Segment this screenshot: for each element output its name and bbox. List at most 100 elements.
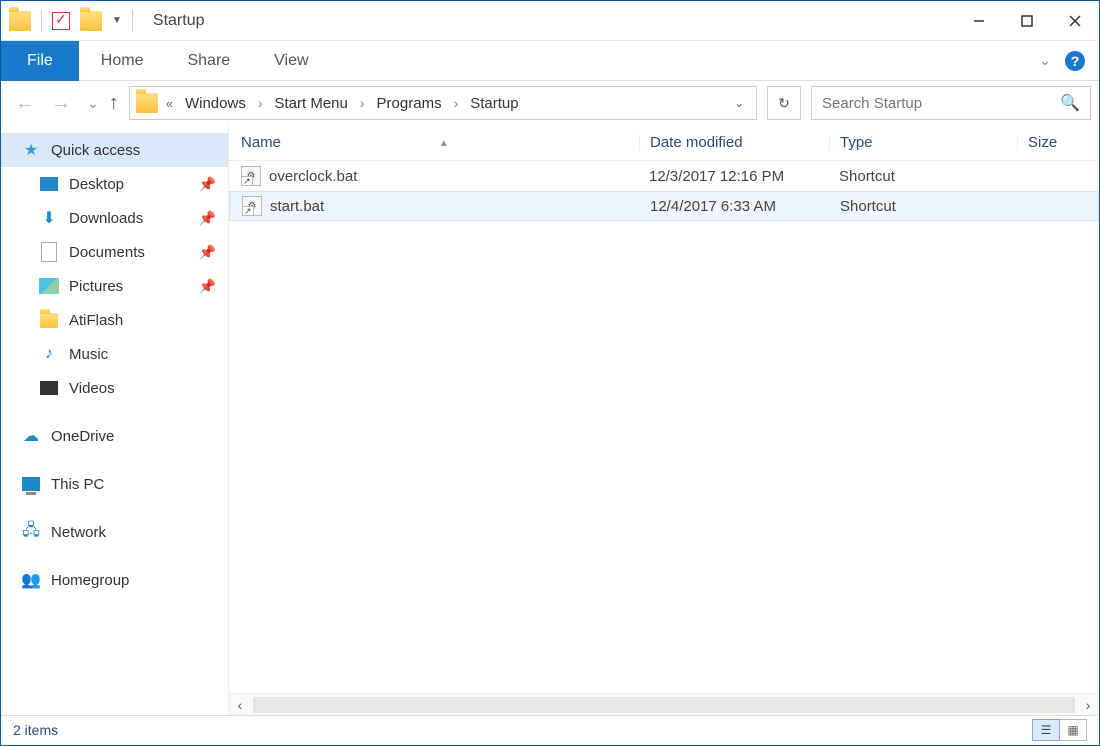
nav-up-button[interactable]: ↑: [109, 92, 119, 115]
breadcrumb-segment[interactable]: Startup: [466, 95, 522, 112]
sidebar-item-label: Documents: [69, 244, 145, 261]
file-type: Shortcut: [830, 198, 1018, 215]
column-name[interactable]: Name ▴: [229, 134, 639, 151]
documents-icon: [39, 242, 59, 262]
main-area: ★ Quick access Desktop 📌 ⬇ Downloads 📌 D…: [1, 125, 1099, 715]
sidebar-label: Homegroup: [51, 572, 129, 589]
maximize-icon: [1021, 15, 1033, 27]
breadcrumb-separator-icon[interactable]: ›: [450, 95, 463, 111]
sidebar-item-label: Videos: [69, 380, 115, 397]
tab-home[interactable]: Home: [79, 41, 166, 81]
content-pane: Name ▴ Date modified Type Size ⚙ overclo…: [229, 125, 1099, 715]
sidebar-label: This PC: [51, 476, 104, 493]
file-row[interactable]: ⚙ overclock.bat 12/3/2017 12:16 PM Short…: [229, 161, 1099, 191]
sidebar-item-music[interactable]: ♪ Music: [1, 337, 228, 371]
horizontal-scrollbar[interactable]: ‹ ›: [229, 693, 1099, 715]
nav-history-dropdown-icon[interactable]: ⌄: [87, 95, 99, 112]
scroll-right-icon[interactable]: ›: [1077, 697, 1099, 713]
sidebar-label: Quick access: [51, 142, 140, 159]
ribbon-tabs: File Home Share View ⌄ ?: [1, 41, 1099, 81]
help-icon[interactable]: ?: [1065, 51, 1085, 71]
pin-icon: 📌: [199, 278, 216, 295]
refresh-button[interactable]: ↻: [767, 86, 801, 120]
details-view-button[interactable]: ☰: [1032, 719, 1060, 741]
sidebar-item-downloads[interactable]: ⬇ Downloads 📌: [1, 201, 228, 235]
sidebar-item-atiflash[interactable]: AtiFlash: [1, 303, 228, 337]
breadcrumb-segment[interactable]: Programs: [373, 95, 446, 112]
onedrive-icon: ☁: [21, 426, 41, 446]
breadcrumb-segment[interactable]: Start Menu: [271, 95, 352, 112]
column-size[interactable]: Size: [1017, 134, 1099, 151]
breadcrumb-separator-icon[interactable]: ›: [254, 95, 267, 111]
sidebar-item-label: Desktop: [69, 176, 124, 193]
qat-dropdown-icon[interactable]: ▼: [112, 15, 122, 26]
column-label: Date modified: [650, 134, 743, 151]
file-type: Shortcut: [829, 168, 1017, 185]
tab-share[interactable]: Share: [165, 41, 252, 81]
details-view-icon: ☰: [1041, 723, 1052, 737]
navigation-bar: ← → ⌄ ↑ « Windows › Start Menu › Program…: [1, 81, 1099, 125]
scroll-track[interactable]: [253, 697, 1075, 713]
shortcut-file-icon: ⚙: [241, 166, 261, 186]
address-overflow-icon[interactable]: «: [162, 96, 177, 111]
file-date: 12/4/2017 6:33 AM: [640, 198, 830, 215]
quick-access-star-icon: ★: [21, 140, 41, 160]
videos-icon: [39, 381, 59, 395]
homegroup-icon: 👥: [21, 570, 41, 590]
address-dropdown-icon[interactable]: ⌄: [728, 96, 750, 110]
close-button[interactable]: [1051, 1, 1099, 41]
pictures-icon: [39, 278, 59, 294]
refresh-icon: ↻: [778, 95, 790, 112]
column-date[interactable]: Date modified: [639, 134, 829, 151]
file-name: start.bat: [270, 198, 324, 215]
search-box[interactable]: 🔍: [811, 86, 1091, 120]
column-type[interactable]: Type: [829, 134, 1017, 151]
sidebar-item-documents[interactable]: Documents 📌: [1, 235, 228, 269]
quick-access-toolbar: ▼: [1, 10, 141, 32]
scroll-left-icon[interactable]: ‹: [229, 697, 251, 713]
column-headers: Name ▴ Date modified Type Size: [229, 125, 1099, 161]
sidebar-network[interactable]: 🖧 Network: [1, 515, 228, 549]
ribbon-collapse-icon[interactable]: ⌄: [1039, 52, 1051, 69]
sidebar-item-label: AtiFlash: [69, 312, 123, 329]
sidebar-item-pictures[interactable]: Pictures 📌: [1, 269, 228, 303]
separator: [41, 10, 42, 32]
sidebar-quick-access[interactable]: ★ Quick access: [1, 133, 228, 167]
breadcrumb-separator-icon[interactable]: ›: [356, 95, 369, 111]
file-date: 12/3/2017 12:16 PM: [639, 168, 829, 185]
address-bar[interactable]: « Windows › Start Menu › Programs › Star…: [129, 86, 757, 120]
sidebar-this-pc[interactable]: This PC: [1, 467, 228, 501]
properties-qat-icon[interactable]: [52, 12, 70, 30]
navigation-pane: ★ Quick access Desktop 📌 ⬇ Downloads 📌 D…: [1, 125, 229, 715]
search-input[interactable]: [822, 95, 1060, 112]
desktop-icon: [39, 177, 59, 191]
nav-forward-button[interactable]: →: [51, 92, 71, 115]
search-icon[interactable]: 🔍: [1060, 93, 1080, 113]
sidebar-item-label: Pictures: [69, 278, 123, 295]
titlebar: ▼ Startup: [1, 1, 1099, 41]
maximize-button[interactable]: [1003, 1, 1051, 41]
column-label: Name: [241, 134, 281, 151]
breadcrumb-segment[interactable]: Windows: [181, 95, 250, 112]
nav-back-button[interactable]: ←: [15, 92, 35, 115]
sidebar-item-videos[interactable]: Videos: [1, 371, 228, 405]
file-name: overclock.bat: [269, 168, 357, 185]
minimize-icon: [973, 15, 985, 27]
file-row[interactable]: ⚙ start.bat 12/4/2017 6:33 AM Shortcut: [229, 191, 1099, 221]
status-bar: 2 items ☰ ▦: [1, 715, 1099, 743]
window-title: Startup: [153, 12, 205, 30]
sidebar-onedrive[interactable]: ☁ OneDrive: [1, 419, 228, 453]
new-folder-qat-icon[interactable]: [80, 11, 102, 31]
file-tab[interactable]: File: [1, 41, 79, 81]
tab-view[interactable]: View: [252, 41, 330, 81]
app-folder-icon: [9, 11, 31, 31]
thumbnails-view-button[interactable]: ▦: [1059, 719, 1087, 741]
sidebar-label: Network: [51, 524, 106, 541]
sidebar-item-desktop[interactable]: Desktop 📌: [1, 167, 228, 201]
view-mode-buttons: ☰ ▦: [1033, 719, 1087, 741]
file-list: ⚙ overclock.bat 12/3/2017 12:16 PM Short…: [229, 161, 1099, 693]
minimize-button[interactable]: [955, 1, 1003, 41]
sidebar-homegroup[interactable]: 👥 Homegroup: [1, 563, 228, 597]
music-icon: ♪: [39, 345, 59, 363]
sidebar-label: OneDrive: [51, 428, 114, 445]
